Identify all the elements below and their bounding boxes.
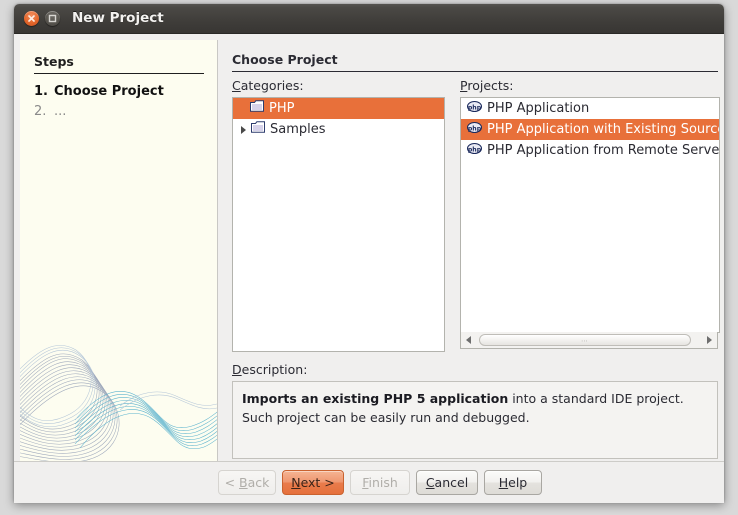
project-item-php-application-from-remote-server[interactable]: php PHP Application from Remote Server [461,140,719,161]
new-project-dialog: New Project Steps 1.Choose Project 2.... [14,4,724,502]
projects-horizontal-scrollbar[interactable]: ⋯ [460,332,718,349]
chevron-right-icon[interactable] [239,126,250,134]
projects-label: Projects: [460,78,514,93]
step-item-2: 2.... [34,104,66,119]
php-icon: php [467,140,482,161]
next-button-mnemonic: N [291,475,300,490]
arrow-left-icon[interactable] [462,333,477,346]
help-button-after: elp [508,475,527,490]
button-bar: < Back Next > Finish Cancel Help [14,461,724,503]
project-item-php-application-with-existing-sources[interactable]: php PHP Application with Existing Source… [461,119,719,140]
dialog-content: Steps 1.Choose Project 2.... [14,34,724,503]
arrow-right-icon[interactable] [701,333,716,346]
main-panel: Choose Project Categories: PHP Samples [224,40,718,503]
next-button-after: ext > [301,475,335,490]
category-label: PHP [269,101,294,116]
steps-heading-rule [34,73,204,74]
decorative-wave-graphic [20,332,217,462]
description-bold: Imports an existing PHP 5 application [242,391,508,406]
title-bar: New Project [14,4,724,34]
steps-panel: Steps 1.Choose Project 2.... [20,40,218,462]
svg-text:php: php [468,146,482,153]
back-button-before: < [225,475,239,490]
back-button[interactable]: < Back [218,470,276,495]
svg-text:php: php [468,125,482,132]
cancel-button-after: ancel [435,475,469,490]
category-label: Samples [270,122,326,137]
categories-list[interactable]: PHP Samples [232,97,445,352]
back-button-mnemonic: B [239,475,248,490]
step-item-1: 1.Choose Project [34,84,164,99]
categories-label: Categories: [232,78,304,93]
step-number: 2. [34,104,54,119]
finish-button-after: inish [368,475,397,490]
maximize-icon[interactable] [45,11,60,26]
scrollbar-grip: ⋯ [581,339,589,343]
help-button[interactable]: Help [484,470,542,495]
project-label: PHP Application with Existing Sources [487,122,720,137]
project-label: PHP Application from Remote Server [487,143,720,158]
cancel-button[interactable]: Cancel [416,470,478,495]
projects-label-rest: rojects: [467,78,513,93]
project-label: PHP Application [487,101,589,116]
next-button[interactable]: Next > [282,470,344,495]
folder-icon [251,119,265,140]
help-button-mnemonic: H [499,475,508,490]
projects-list[interactable]: php PHP Application php PHP Application … [460,97,720,333]
window-title: New Project [72,4,164,33]
description-label-mnemonic: D [232,362,242,377]
description-box: Imports an existing PHP 5 application in… [232,381,718,459]
category-item-samples[interactable]: Samples [233,119,444,140]
close-icon[interactable] [24,11,39,26]
finish-button[interactable]: Finish [350,470,410,495]
folder-icon [250,98,264,119]
page-title-rule [232,71,718,72]
svg-text:php: php [468,104,482,111]
php-icon: php [467,119,482,140]
description-text: Imports an existing PHP 5 application in… [242,389,708,427]
php-icon: php [467,98,482,119]
scrollbar-thumb[interactable]: ⋯ [479,334,691,346]
steps-heading: Steps [34,54,74,69]
project-item-php-application[interactable]: php PHP Application [461,98,719,119]
category-item-php[interactable]: PHP [233,98,444,119]
step-label: Choose Project [54,84,164,99]
categories-label-rest: ategories: [241,78,304,93]
description-label: Description: [232,362,307,377]
back-button-after: ack [248,475,270,490]
categories-label-mnemonic: C [232,78,241,93]
step-label: ... [54,104,66,119]
step-number: 1. [34,84,54,99]
description-label-rest: escription: [242,362,308,377]
page-title: Choose Project [232,52,338,67]
cancel-button-mnemonic: C [426,475,435,490]
